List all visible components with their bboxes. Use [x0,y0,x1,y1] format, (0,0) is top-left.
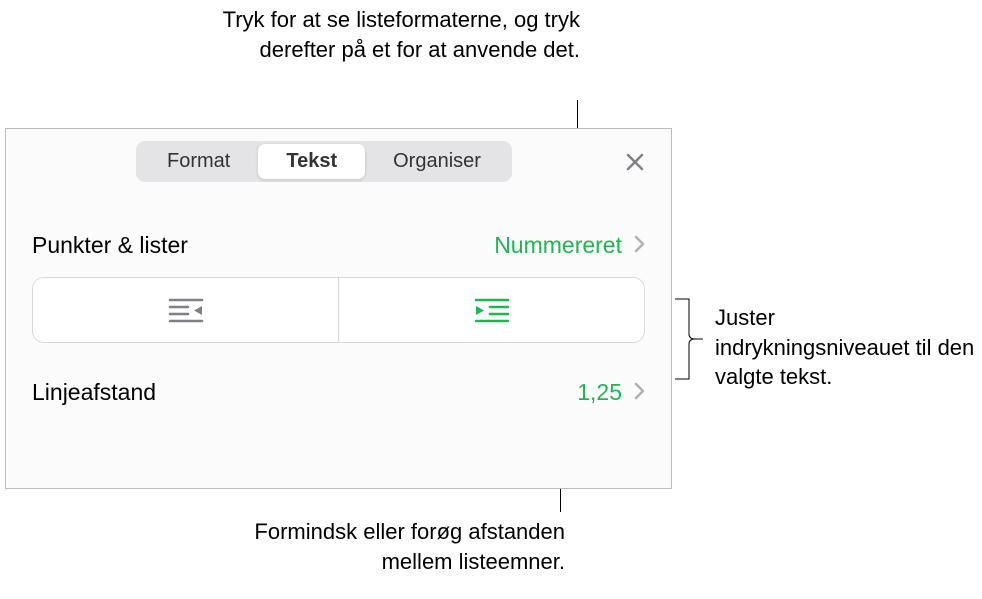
annotation-bottom: Formindsk eller forøg afstanden mellem l… [210,517,565,576]
tab-format[interactable]: Format [139,144,258,179]
tab-text[interactable]: Tekst [258,144,365,179]
chevron-right-icon [634,380,645,406]
line-spacing-label: Linjeafstand [32,379,156,406]
line-spacing-value: 1,25 [577,379,622,406]
bullets-lists-label: Punkter & lister [32,232,188,259]
indent-button[interactable] [339,278,644,342]
row-line-spacing[interactable]: Linjeafstand 1,25 [32,361,645,424]
section-content: Punkter & lister Nummereret [6,214,671,424]
outdent-button[interactable] [33,278,339,342]
format-panel: Format Tekst Organiser Punkter & lister … [5,128,672,489]
indent-button-group [32,277,645,343]
annotation-right: Juster indrykningsniveauet til den valgt… [715,303,975,392]
tab-group: Format Tekst Organiser [136,141,512,182]
bracket-right [675,298,703,380]
line-spacing-value-group[interactable]: 1,25 [577,379,645,406]
close-icon[interactable] [619,146,651,178]
row-bullets-lists[interactable]: Punkter & lister Nummereret [32,214,645,277]
chevron-right-icon [634,233,645,259]
bullets-lists-value-group[interactable]: Nummereret [494,232,645,259]
outdent-icon [166,296,206,324]
tab-bar: Format Tekst Organiser [6,129,671,192]
annotation-top: Tryk for at se listeformaterne, og tryk … [180,5,580,64]
bullets-lists-value: Nummereret [494,232,622,259]
indent-icon [472,296,512,324]
tab-organize[interactable]: Organiser [365,144,509,179]
